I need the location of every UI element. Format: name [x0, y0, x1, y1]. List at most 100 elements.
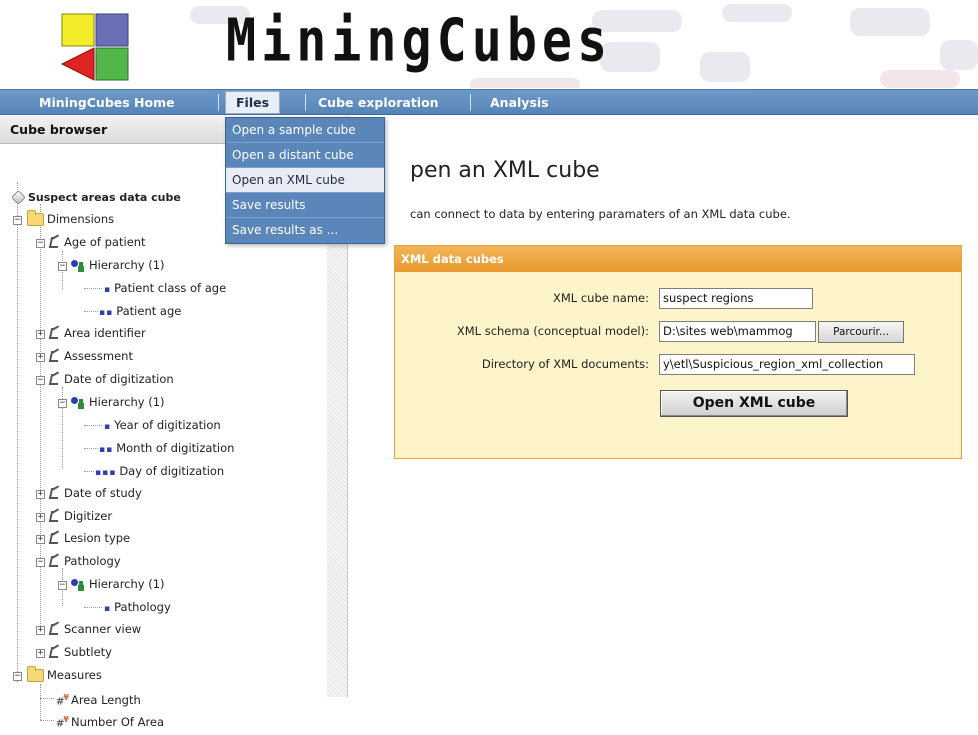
level-1-icon: ▪	[104, 285, 112, 295]
level-1-icon: ▪	[104, 422, 112, 432]
tree-line	[40, 684, 41, 720]
dimension-icon	[48, 623, 61, 636]
tree-node-date-of-digitization[interactable]: Date of digitization	[48, 368, 174, 390]
tree-line	[40, 720, 54, 721]
tree-node-dimensions[interactable]: Dimensions	[27, 208, 114, 230]
banner: MiningCubes	[0, 0, 978, 88]
directory-input[interactable]: y\etl\Suspicious_region_xml_collection	[659, 354, 915, 375]
menu-save-results-as[interactable]: Save results as ...	[226, 218, 384, 243]
tree-node-level[interactable]: ▪▪ Patient age	[99, 300, 181, 322]
collapse-toggle[interactable]: −	[13, 672, 22, 681]
tree-node-subtlety[interactable]: Subtlety	[48, 641, 112, 663]
collapse-toggle[interactable]: −	[36, 239, 45, 248]
collapse-toggle[interactable]: −	[58, 399, 67, 408]
dimension-icon	[48, 236, 61, 249]
collapse-toggle[interactable]: −	[58, 262, 67, 271]
tree-node-measure[interactable]: #¥ Area Length	[56, 687, 141, 709]
open-xml-cube-button[interactable]: Open XML cube	[660, 390, 848, 417]
dimension-icon	[48, 350, 61, 363]
tree-node-hierarchy[interactable]: Hierarchy (1)	[70, 254, 165, 276]
expand-toggle[interactable]: +	[36, 353, 45, 362]
menu-save-results[interactable]: Save results	[226, 193, 384, 218]
banner-decoration	[880, 70, 960, 88]
tree-node-level[interactable]: ▪ Patient class of age	[104, 277, 226, 299]
tree-node-measures[interactable]: Measures	[27, 664, 102, 686]
expand-toggle[interactable]: +	[36, 330, 45, 339]
tree-node-measure[interactable]: #¥ Number Of Area	[56, 709, 164, 731]
collapse-toggle[interactable]: −	[58, 581, 67, 590]
mining-cubes-logo	[60, 13, 129, 81]
tree-line	[17, 182, 18, 682]
banner-decoration	[700, 52, 750, 82]
tree-node-area-identifier[interactable]: Area identifier	[48, 322, 146, 344]
menu-files[interactable]: Files	[225, 91, 281, 114]
tree-node-level[interactable]: ▪ Year of digitization	[104, 414, 221, 436]
expand-toggle[interactable]: +	[36, 626, 45, 635]
expand-toggle[interactable]: +	[36, 513, 45, 522]
dimension-icon	[48, 510, 61, 523]
tree-node-age-of-patient[interactable]: Age of patient	[48, 231, 146, 253]
dimension-icon	[48, 555, 61, 568]
folder-icon	[27, 666, 44, 682]
tree-line	[84, 448, 98, 449]
tree-node-assessment[interactable]: Assessment	[48, 345, 133, 367]
tree-line	[84, 425, 102, 426]
level-3-icon: ▪▪▪	[95, 468, 117, 478]
level-2-icon: ▪▪	[99, 308, 114, 318]
hierarchy-icon	[70, 259, 86, 273]
menu-cube-exploration[interactable]: Cube exploration	[318, 90, 439, 115]
page-title: pen an XML cube	[410, 158, 600, 183]
collapse-toggle[interactable]: −	[36, 558, 45, 567]
menu-analysis[interactable]: Analysis	[490, 90, 549, 115]
banner-decoration	[470, 78, 580, 88]
menu-open-distant-cube[interactable]: Open a distant cube	[226, 143, 384, 168]
level-1-icon: ▪	[104, 604, 112, 614]
dimension-icon	[48, 532, 61, 545]
page-description: can connect to data by entering paramate…	[410, 207, 791, 221]
menu-open-sample-cube[interactable]: Open a sample cube	[226, 118, 384, 143]
tree-line	[84, 471, 94, 472]
tree-node-cube[interactable]: Suspect areas data cube	[11, 186, 181, 208]
collapse-toggle[interactable]: −	[36, 376, 45, 385]
menu-separator	[305, 94, 306, 111]
banner-decoration	[850, 8, 930, 36]
directory-label: Directory of XML documents:	[481, 357, 649, 371]
panel-header: XML data cubes	[395, 246, 961, 272]
tree-line	[84, 311, 98, 312]
menu-home[interactable]: MiningCubes Home	[39, 90, 175, 115]
tree-node-digitizer[interactable]: Digitizer	[48, 505, 112, 527]
schema-file-input[interactable]: D:\sites web\mammog	[659, 321, 816, 342]
files-dropdown-menu: Open a sample cube Open a distant cube O…	[225, 117, 385, 244]
expand-toggle[interactable]: +	[36, 535, 45, 544]
browse-button[interactable]: Parcourir...	[818, 321, 904, 343]
dimension-icon	[48, 373, 61, 386]
dimension-icon	[48, 487, 61, 500]
tree-line	[40, 698, 54, 699]
menu-separator	[218, 94, 219, 111]
tree-node-hierarchy[interactable]: Hierarchy (1)	[70, 391, 165, 413]
xml-cube-form-panel: XML data cubes XML cube name: suspect re…	[394, 245, 962, 459]
banner-decoration	[940, 40, 978, 70]
tree-node-date-of-study[interactable]: Date of study	[48, 482, 142, 504]
tree-line	[40, 204, 41, 634]
menu-open-xml-cube[interactable]: Open an XML cube	[226, 168, 384, 193]
dimension-icon	[48, 646, 61, 659]
expand-toggle[interactable]: +	[36, 649, 45, 658]
cube-name-input[interactable]: suspect regions	[659, 288, 813, 309]
menu-separator	[470, 94, 471, 111]
schema-label: XML schema (conceptual model):	[456, 324, 649, 338]
tree-node-level[interactable]: ▪ Pathology	[104, 596, 171, 618]
dimension-icon	[48, 327, 61, 340]
tree-node-hierarchy[interactable]: Hierarchy (1)	[70, 573, 165, 595]
tree-node-scanner-view[interactable]: Scanner view	[48, 618, 141, 640]
brand-title: MiningCubes	[226, 6, 613, 75]
folder-icon	[27, 210, 44, 226]
tree-node-level[interactable]: ▪▪▪ Day of digitization	[95, 460, 224, 482]
tree-node-level[interactable]: ▪▪ Month of digitization	[99, 437, 234, 459]
cube-name-label: XML cube name:	[553, 291, 649, 305]
tree-node-lesion-type[interactable]: Lesion type	[48, 527, 130, 549]
expand-toggle[interactable]: +	[36, 490, 45, 499]
tree-node-pathology[interactable]: Pathology	[48, 550, 121, 572]
collapse-toggle[interactable]: −	[13, 216, 22, 225]
main-menu-bar: MiningCubes Home Files Cube exploration …	[0, 89, 978, 115]
